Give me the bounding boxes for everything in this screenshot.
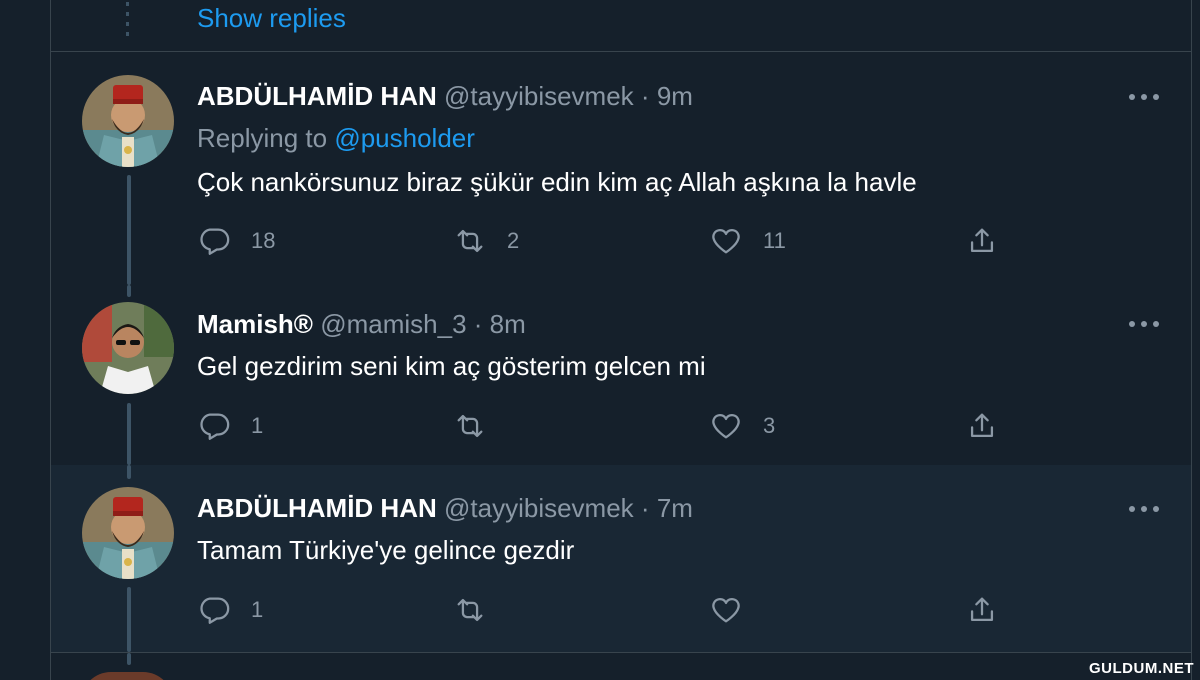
retweet-button[interactable]: [453, 408, 507, 444]
heart-icon: [712, 598, 740, 623]
thread-line: [127, 175, 131, 285]
avatar[interactable]: [82, 75, 174, 167]
tweet-item[interactable]: Mamish® @mamish_3 · 8m Gel gezdirim seni…: [51, 285, 1191, 465]
separator-dot: ·: [640, 493, 650, 523]
share-icon: [970, 597, 994, 622]
user-handle[interactable]: @mamish_3: [320, 309, 466, 339]
tweet-text: Tamam Türkiye'ye gelince gezdir: [197, 535, 575, 565]
timestamp[interactable]: 9m: [657, 81, 693, 111]
tweet-header: Mamish® @mamish_3 · 8m: [197, 309, 526, 340]
timestamp[interactable]: 8m: [490, 309, 526, 339]
more-icon[interactable]: [1127, 504, 1161, 514]
tweet-actions: 18 2 11: [197, 223, 1017, 259]
like-button[interactable]: 3: [709, 408, 775, 444]
retweet-button[interactable]: 2: [453, 223, 519, 259]
thread-line: [127, 403, 131, 465]
user-handle[interactable]: @tayyibisevmek: [444, 493, 634, 523]
replying-to: Replying to @pusholder: [197, 123, 475, 154]
avatar-image: [82, 75, 174, 167]
retweet-count: 2: [507, 228, 520, 253]
thread-line: [127, 587, 131, 652]
display-name[interactable]: ABDÜLHAMİD HAN: [197, 493, 437, 523]
show-replies-row: Show replies: [51, 0, 1191, 52]
tweet-header: ABDÜLHAMİD HAN @tayyibisevmek · 9m: [197, 81, 693, 112]
avatar[interactable]: [82, 487, 174, 579]
divider: [51, 652, 1191, 653]
display-name[interactable]: ABDÜLHAMİD HAN: [197, 81, 437, 111]
avatar[interactable]: [82, 302, 174, 394]
like-button[interactable]: 11: [709, 223, 786, 259]
retweet-icon: [457, 598, 483, 622]
more-icon[interactable]: [1127, 319, 1161, 329]
thread-line: [127, 653, 131, 665]
reply-icon: [200, 597, 230, 624]
tweet-item[interactable]: ABDÜLHAMİD HAN @tayyibisevmek · 9m Reply…: [51, 53, 1191, 285]
like-button[interactable]: [709, 592, 743, 628]
display-name[interactable]: Mamish®: [197, 309, 313, 339]
tweet-actions: 1: [197, 592, 1017, 628]
reply-icon: [200, 413, 230, 440]
thread-line: [127, 465, 131, 479]
tweet-header: ABDÜLHAMİD HAN @tayyibisevmek · 7m: [197, 493, 693, 524]
separator-dot: ·: [640, 81, 650, 111]
replying-to-mention[interactable]: @pusholder: [334, 123, 475, 153]
thread-line: [127, 285, 131, 297]
like-count: 3: [763, 413, 776, 438]
retweet-icon: [457, 229, 483, 253]
reply-button[interactable]: 1: [197, 592, 263, 628]
reply-button[interactable]: 18: [197, 223, 275, 259]
user-handle[interactable]: @tayyibisevmek: [444, 81, 634, 111]
timeline-column: Show replies ABDÜLHAMİD HAN @tayyibisevm…: [50, 0, 1192, 680]
reply-icon: [200, 228, 230, 255]
like-count: 11: [763, 228, 786, 253]
watermark: GULDUM.NET: [1089, 660, 1194, 677]
retweet-icon: [457, 414, 483, 438]
more-icon[interactable]: [1127, 92, 1161, 102]
tweet-item[interactable]: ABDÜLHAMİD HAN @tayyibisevmek · 7m Tamam…: [51, 465, 1191, 652]
reply-button[interactable]: 1: [197, 408, 263, 444]
share-button[interactable]: [965, 408, 999, 444]
tweet-text: Gel gezdirim seni kim aç gösterim gelcen…: [197, 351, 706, 381]
retweet-button[interactable]: [453, 592, 487, 628]
tweet-text: Çok nankörsunuz biraz şükür edin kim aç …: [197, 167, 917, 197]
share-icon: [970, 228, 994, 253]
separator-dot: ·: [473, 309, 483, 339]
share-button[interactable]: [965, 592, 999, 628]
share-icon: [970, 413, 994, 438]
tweet-actions: 1 3: [197, 408, 1017, 444]
show-replies-link[interactable]: Show replies: [197, 3, 346, 34]
heart-icon: [712, 229, 740, 254]
reply-count: 1: [251, 413, 264, 438]
share-button[interactable]: [965, 223, 999, 259]
avatar-image: [82, 302, 174, 394]
replying-to-label: Replying to: [197, 123, 328, 153]
reply-count: 18: [251, 228, 276, 253]
thread-gap-indicator: [126, 2, 129, 36]
timestamp[interactable]: 7m: [657, 493, 693, 523]
heart-icon: [712, 414, 740, 439]
avatar-image: [82, 487, 174, 579]
reply-count: 1: [251, 597, 264, 622]
